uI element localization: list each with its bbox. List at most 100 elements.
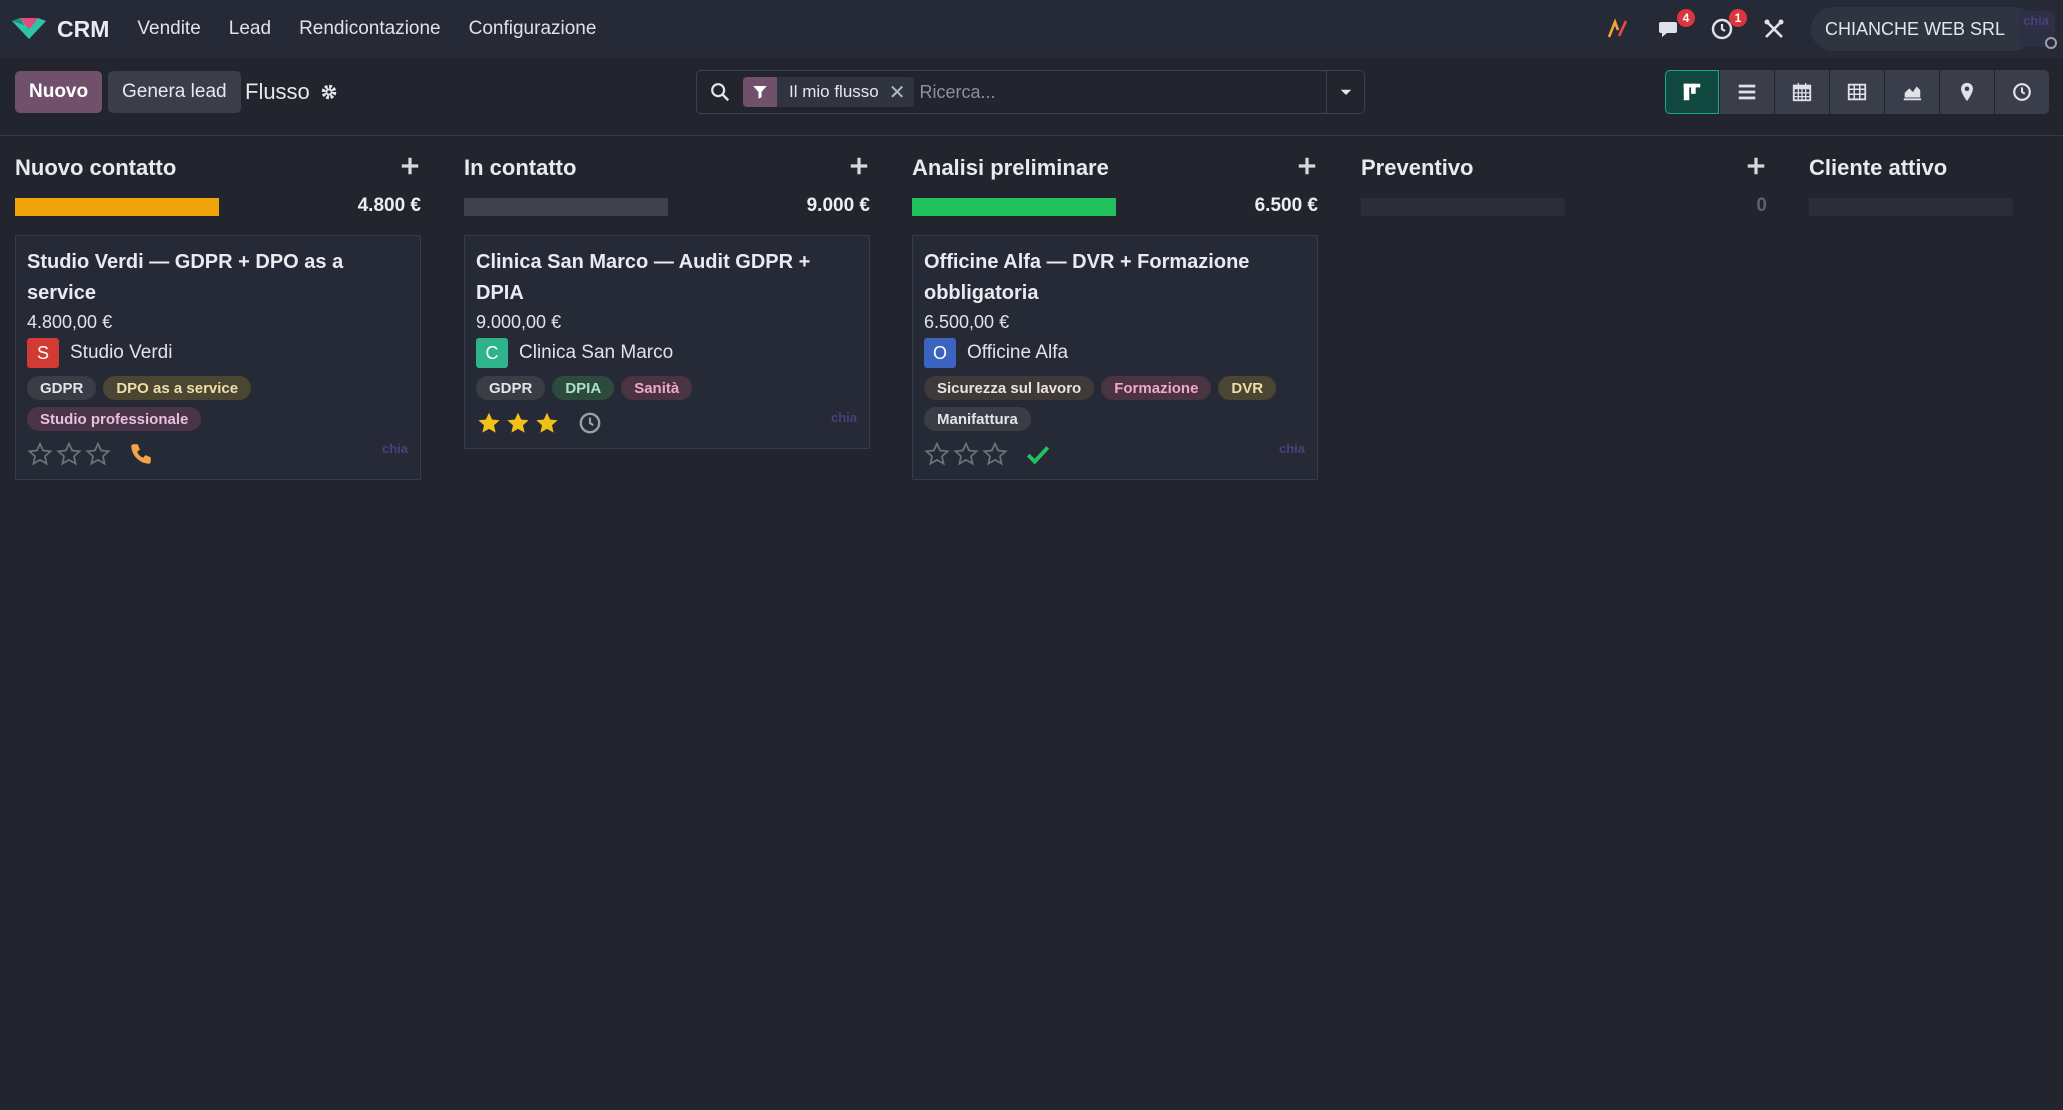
card-user-avatar[interactable]: chia xyxy=(380,442,410,469)
messages-icon[interactable]: 4 xyxy=(1655,9,1695,44)
search-facet[interactable]: Il mio flusso ✕ xyxy=(743,77,914,107)
plus-icon[interactable] xyxy=(399,155,421,177)
plus-icon[interactable] xyxy=(1296,155,1318,177)
kanban-card[interactable]: Studio Verdi — GDPR + DPO as a service 4… xyxy=(15,235,421,480)
filter-icon xyxy=(743,77,777,107)
column-progress-bar[interactable] xyxy=(1809,198,2013,216)
card-footer xyxy=(476,410,603,436)
gear-icon[interactable] xyxy=(319,82,339,102)
view-pivot-button[interactable] xyxy=(1830,70,1884,114)
column-progress-bar[interactable] xyxy=(15,198,219,216)
generate-leads-button[interactable]: Genera lead xyxy=(108,71,241,113)
search-input[interactable] xyxy=(919,81,1326,103)
control-panel: Nuovo Genera lead Flusso Il mio flusso ✕ xyxy=(0,58,2063,136)
search-icon[interactable] xyxy=(709,81,731,103)
tag: GDPR xyxy=(476,376,546,400)
tag: Manifattura xyxy=(924,407,1031,431)
star-filled-icon[interactable] xyxy=(534,410,560,436)
check-icon[interactable] xyxy=(1025,441,1051,467)
menu-lead[interactable]: Lead xyxy=(229,18,271,40)
caret-down-icon xyxy=(1340,89,1351,95)
star-filled-icon[interactable] xyxy=(476,410,502,436)
app-name: CRM xyxy=(57,15,110,42)
star-empty-icon[interactable] xyxy=(924,441,950,467)
column-title[interactable]: Nuovo contatto xyxy=(15,155,176,181)
column-total: 0 xyxy=(1756,195,1767,216)
clock-icon[interactable] xyxy=(577,410,603,436)
card-user-avatar[interactable]: chia xyxy=(1277,442,1307,469)
column-total: 9.000 € xyxy=(806,195,870,216)
partner-name: Officine Alfa xyxy=(967,342,1069,363)
star-empty-icon[interactable] xyxy=(56,441,82,467)
area-chart-icon xyxy=(1903,86,1922,101)
tools-icon[interactable] xyxy=(1759,14,1789,44)
activities-clock-icon[interactable]: 1 xyxy=(1707,9,1747,44)
plus-icon[interactable] xyxy=(848,155,870,177)
card-amount: 9.000,00 € xyxy=(476,312,562,332)
company-name: CHIANCHE WEB SRL xyxy=(1824,18,2005,39)
view-graph-button[interactable] xyxy=(1885,70,1939,114)
column-progress-fill xyxy=(15,198,219,216)
kanban-icon xyxy=(1683,83,1701,101)
star-empty-icon[interactable] xyxy=(982,441,1008,467)
kanban-card[interactable]: Officine Alfa — DVR + Formazione obbliga… xyxy=(912,235,1318,480)
view-calendar-button[interactable] xyxy=(1775,70,1829,114)
card-user-avatar[interactable]: chia xyxy=(829,411,859,438)
column-header: In contatto xyxy=(464,151,870,185)
column-header: Cliente attivo xyxy=(1809,151,2049,185)
column-title[interactable]: Cliente attivo xyxy=(1809,155,1947,181)
card-tags: GDPR DPIA Sanità xyxy=(476,376,856,407)
menu-vendite[interactable]: Vendite xyxy=(137,18,200,40)
app-brand[interactable]: CRM xyxy=(10,15,109,43)
ai-assistant-icon[interactable] xyxy=(1603,14,1633,44)
column-title[interactable]: Preventivo xyxy=(1361,155,1474,181)
phone-icon[interactable] xyxy=(128,441,154,467)
column-progress-bar[interactable] xyxy=(912,198,1116,216)
facet-label: Il mio flusso xyxy=(789,82,879,101)
tag: GDPR xyxy=(27,376,97,400)
new-button[interactable]: Nuovo xyxy=(15,71,103,113)
column-progress-bar[interactable] xyxy=(464,198,668,216)
view-map-button[interactable] xyxy=(1940,70,1994,114)
column-title[interactable]: In contatto xyxy=(464,155,576,181)
user-avatar-text: chia xyxy=(2023,13,2050,28)
main-menu: Vendite Lead Rendicontazione Configurazi… xyxy=(137,18,624,40)
card-partner: O Officine Alfa xyxy=(924,338,1068,368)
user-status-icon xyxy=(2045,37,2057,49)
facet-close-icon[interactable]: ✕ xyxy=(889,80,914,105)
company-switcher[interactable]: CHIANCHE WEB SRL xyxy=(1810,7,2035,51)
column-title[interactable]: Analisi preliminare xyxy=(912,155,1109,181)
view-kanban-button[interactable] xyxy=(1665,70,1719,114)
partner-avatar: C xyxy=(476,338,508,368)
star-empty-icon[interactable] xyxy=(953,441,979,467)
column-header: Preventivo xyxy=(1361,151,1767,185)
tag: DVR xyxy=(1218,376,1277,400)
search-options-toggle[interactable] xyxy=(1326,71,1364,113)
column-total: 6.500 € xyxy=(1254,195,1318,216)
column-progress-fill xyxy=(912,198,1116,216)
card-tags: GDPR DPO as a service Studio professiona… xyxy=(27,376,407,438)
card-title: Studio Verdi — GDPR + DPO as a service xyxy=(27,251,344,304)
user-avatar[interactable]: chia xyxy=(2019,11,2057,49)
star-empty-icon[interactable] xyxy=(85,441,111,467)
partner-avatar: O xyxy=(924,338,956,368)
tag: DPIA xyxy=(552,376,615,400)
star-filled-icon[interactable] xyxy=(505,410,531,436)
view-activity-button[interactable] xyxy=(1995,70,2049,114)
star-empty-icon[interactable] xyxy=(27,441,53,467)
tag: Formazione xyxy=(1101,376,1212,400)
menu-configurazione[interactable]: Configurazione xyxy=(469,18,597,40)
column-progress-bar[interactable] xyxy=(1361,198,1565,216)
card-partner: S Studio Verdi xyxy=(27,338,172,368)
card-footer xyxy=(924,441,1051,467)
kanban-card[interactable]: Clinica San Marco — Audit GDPR + DPIA 9.… xyxy=(464,235,870,449)
partner-name: Clinica San Marco xyxy=(519,342,674,363)
map-marker-icon xyxy=(1961,82,1973,102)
menu-rendicontazione[interactable]: Rendicontazione xyxy=(299,18,441,40)
card-title: Clinica San Marco — Audit GDPR + DPIA xyxy=(476,251,811,304)
plus-icon[interactable] xyxy=(1745,155,1767,177)
tag: DPO as a service xyxy=(103,376,252,400)
view-list-button[interactable] xyxy=(1720,70,1774,114)
column-header: Analisi preliminare xyxy=(912,151,1318,185)
view-switcher xyxy=(1665,70,2050,114)
